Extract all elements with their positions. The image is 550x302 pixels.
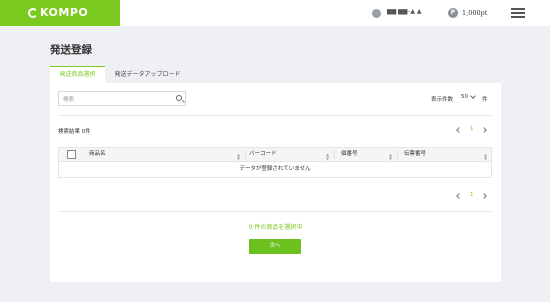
sort-icon[interactable]: ▲ ▼ [326, 153, 329, 161]
sort-icon[interactable]: ▲ ▼ [389, 153, 392, 161]
logo[interactable]: KOMPO [0, 0, 120, 26]
pagination-bottom: 1 [454, 191, 494, 203]
table-header: 商品名 ▲ ▼ バーコード ▲ ▼ 個番号 ▲ ▼ 伝票番号 ▲ ▼ [58, 147, 492, 162]
page-title: 発送登録 [50, 44, 92, 56]
column-divider [397, 150, 398, 159]
search-icon[interactable] [176, 95, 182, 101]
column-header-barcode[interactable]: バーコード [249, 148, 277, 161]
divider [58, 211, 492, 212]
points-icon: P [448, 8, 458, 18]
chevron-down-icon [470, 93, 476, 99]
result-count: 検索結果 0件 [58, 129, 91, 135]
chevron-left-icon[interactable] [456, 127, 462, 133]
page-number[interactable]: 1 [470, 192, 474, 198]
page-number[interactable]: 1 [470, 126, 474, 132]
points-value: 1,000pt [462, 9, 488, 17]
logo-text: KOMPO [40, 6, 89, 19]
column-header-name[interactable]: 商品名 [89, 148, 106, 161]
next-button[interactable]: 次へ [249, 239, 301, 254]
display-count-label: 表示件数 [431, 97, 454, 103]
select-all-checkbox[interactable] [67, 150, 76, 159]
tab-select-items[interactable]: 発送商品選択 [50, 66, 105, 83]
main-panel: 検索 表示件数 50 件 検索結果 0件 1 商品名 ▲ ▼ バーコード ▲ ▼ 個… [50, 83, 501, 282]
pagination-top: 1 [454, 125, 494, 137]
top-bar: KOMPO ▆▆ ▆▆–▲ ▲ P 1,000pt [0, 0, 550, 26]
user-icon[interactable] [372, 9, 381, 18]
chevron-left-icon[interactable] [456, 193, 462, 199]
tab-upload-data[interactable]: 発送データアップロード [105, 66, 190, 83]
chevron-right-icon[interactable] [481, 127, 487, 133]
column-header-item-number[interactable]: 個番号 [341, 148, 358, 161]
logo-mark-icon [28, 8, 38, 18]
search-placeholder: 検索 [63, 97, 75, 103]
selection-count: 0 件の商品を選択中 [248, 224, 303, 231]
empty-table-message: データが登録されていません [58, 162, 492, 178]
search-input[interactable]: 検索 [58, 91, 186, 106]
user-name[interactable]: ▆▆ ▆▆–▲ ▲ [387, 8, 422, 15]
items-table: 商品名 ▲ ▼ バーコード ▲ ▼ 個番号 ▲ ▼ 伝票番号 ▲ ▼ データが登録されて… [58, 147, 492, 178]
sort-icon[interactable]: ▲ ▼ [237, 153, 240, 161]
display-count-value: 50 [461, 94, 468, 100]
menu-icon[interactable] [511, 8, 525, 18]
chevron-right-icon[interactable] [481, 193, 487, 199]
display-count-unit: 件 [482, 97, 488, 103]
sort-icon[interactable]: ▲ ▼ [484, 153, 487, 161]
column-divider [334, 150, 335, 159]
column-divider [245, 150, 246, 159]
display-count-select[interactable]: 50 [460, 93, 477, 103]
column-header-slip-number[interactable]: 伝票番号 [404, 148, 426, 161]
divider [58, 115, 492, 116]
